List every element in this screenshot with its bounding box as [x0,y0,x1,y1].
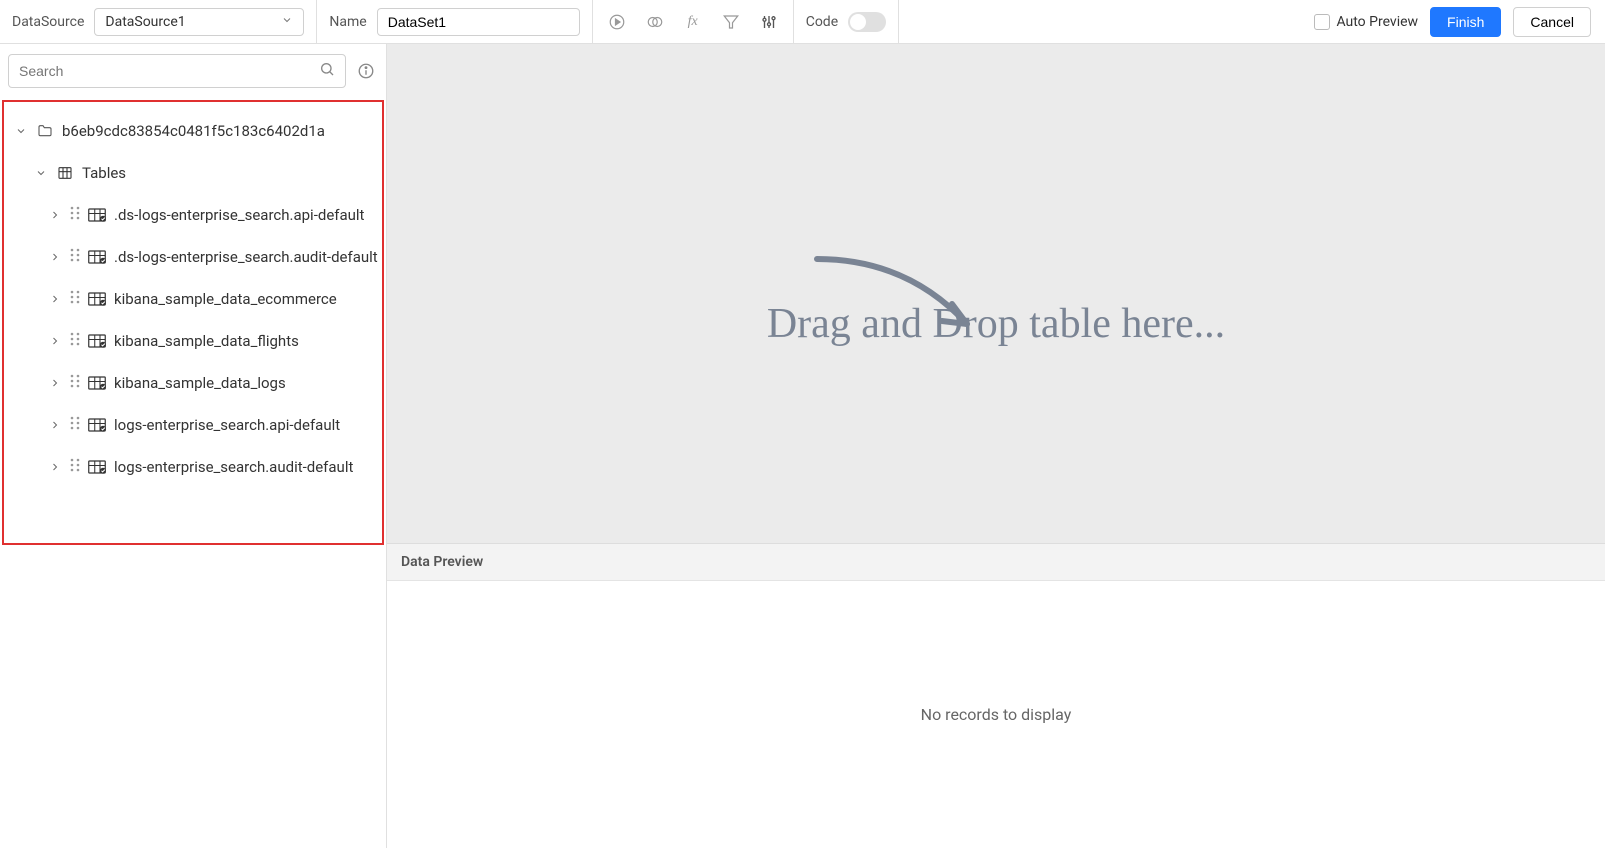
tree-table-label: .ds-logs-enterprise_search.audit-default [114,248,378,266]
fx-icon[interactable]: fx [681,10,705,34]
tree-table-label: kibana_sample_data_flights [114,332,299,350]
tables-group-icon [56,165,74,181]
tree-table-item[interactable]: .ds-logs-enterprise_search.audit-default [4,236,382,278]
main-area: b6eb9cdc83854c0481f5c183c6402d1a Tables [0,44,1605,848]
table-icon [88,376,106,390]
table-icon [88,334,106,348]
tree-table-label: kibana_sample_data_logs [114,374,286,392]
top-toolbar: DataSource DataSource1 Name fx Code [0,0,1605,44]
tree-table-item[interactable]: kibana_sample_data_logs [4,362,382,404]
data-preview-body: No records to display [387,581,1605,848]
folder-icon [36,123,54,139]
chevron-right-icon [48,461,62,473]
datasource-dropdown[interactable]: DataSource1 [94,8,304,36]
info-icon[interactable] [354,59,378,83]
sliders-icon[interactable] [757,10,781,34]
chevron-down-icon [34,167,48,179]
chevron-right-icon [48,377,62,389]
join-icon[interactable] [643,10,667,34]
sidebar: b6eb9cdc83854c0481f5c183c6402d1a Tables [0,44,387,848]
tree-table-label: logs-enterprise_search.api-default [114,416,340,434]
search-input[interactable] [19,63,319,79]
chevron-right-icon [48,293,62,305]
drag-handle-icon[interactable] [70,416,80,434]
name-input[interactable] [377,8,580,36]
tree-table-label: kibana_sample_data_ecommerce [114,290,337,308]
datasource-section: DataSource DataSource1 [0,0,317,43]
drag-handle-icon[interactable] [70,248,80,266]
tree-root-folder[interactable]: b6eb9cdc83854c0481f5c183c6402d1a [4,110,382,152]
datasource-label: DataSource [12,14,84,30]
chevron-right-icon [48,251,62,263]
tree-table-label: logs-enterprise_search.audit-default [114,458,353,476]
table-icon [88,460,106,474]
table-icon [88,250,106,264]
code-toggle-section: Code [794,0,899,43]
code-label: Code [806,14,838,30]
search-icon [319,61,335,81]
auto-preview-label: Auto Preview [1336,14,1418,30]
drop-area[interactable]: Drag and Drop table here... [387,44,1605,544]
chevron-right-icon [48,419,62,431]
tree-table-item[interactable]: kibana_sample_data_ecommerce [4,278,382,320]
table-icon [88,292,106,306]
no-records-text: No records to display [921,705,1072,724]
table-icon [88,418,106,432]
cancel-button[interactable]: Cancel [1513,7,1591,37]
search-box[interactable] [8,54,346,88]
auto-preview-wrap[interactable]: Auto Preview [1314,14,1418,30]
tree-table-item[interactable]: logs-enterprise_search.audit-default [4,446,382,488]
datasource-value: DataSource1 [105,14,185,30]
code-toggle[interactable] [848,12,886,32]
chevron-right-icon [48,209,62,221]
tree-panel: b6eb9cdc83854c0481f5c183c6402d1a Tables [2,100,384,545]
tree-table-label: .ds-logs-enterprise_search.api-default [114,206,364,224]
right-panel: Drag and Drop table here... Data Preview… [387,44,1605,848]
tree-tables-group[interactable]: Tables [4,152,382,194]
finish-button[interactable]: Finish [1430,7,1501,37]
tree-table-item[interactable]: kibana_sample_data_flights [4,320,382,362]
drag-handle-icon[interactable] [70,458,80,476]
action-icons-section: fx [593,0,794,43]
drag-handle-icon[interactable] [70,374,80,392]
right-actions-section: Auto Preview Finish Cancel [1302,0,1605,43]
table-icon [88,208,106,222]
name-label: Name [329,14,366,30]
tree-root-label: b6eb9cdc83854c0481f5c183c6402d1a [62,122,325,140]
filter-icon[interactable] [719,10,743,34]
tree-tables-label: Tables [82,164,126,182]
chevron-right-icon [48,335,62,347]
play-icon[interactable] [605,10,629,34]
chevron-down-icon [281,14,293,30]
tree-table-item[interactable]: logs-enterprise_search.api-default [4,404,382,446]
chevron-down-icon [14,125,28,137]
drag-handle-icon[interactable] [70,332,80,350]
drag-handle-icon[interactable] [70,290,80,308]
auto-preview-checkbox[interactable] [1314,14,1330,30]
search-row [0,44,386,98]
data-preview-header: Data Preview [387,544,1605,581]
name-section: Name [317,0,592,43]
tree-table-item[interactable]: .ds-logs-enterprise_search.api-default [4,194,382,236]
drop-hint-text: Drag and Drop table here... [767,300,1225,348]
drag-handle-icon[interactable] [70,206,80,224]
